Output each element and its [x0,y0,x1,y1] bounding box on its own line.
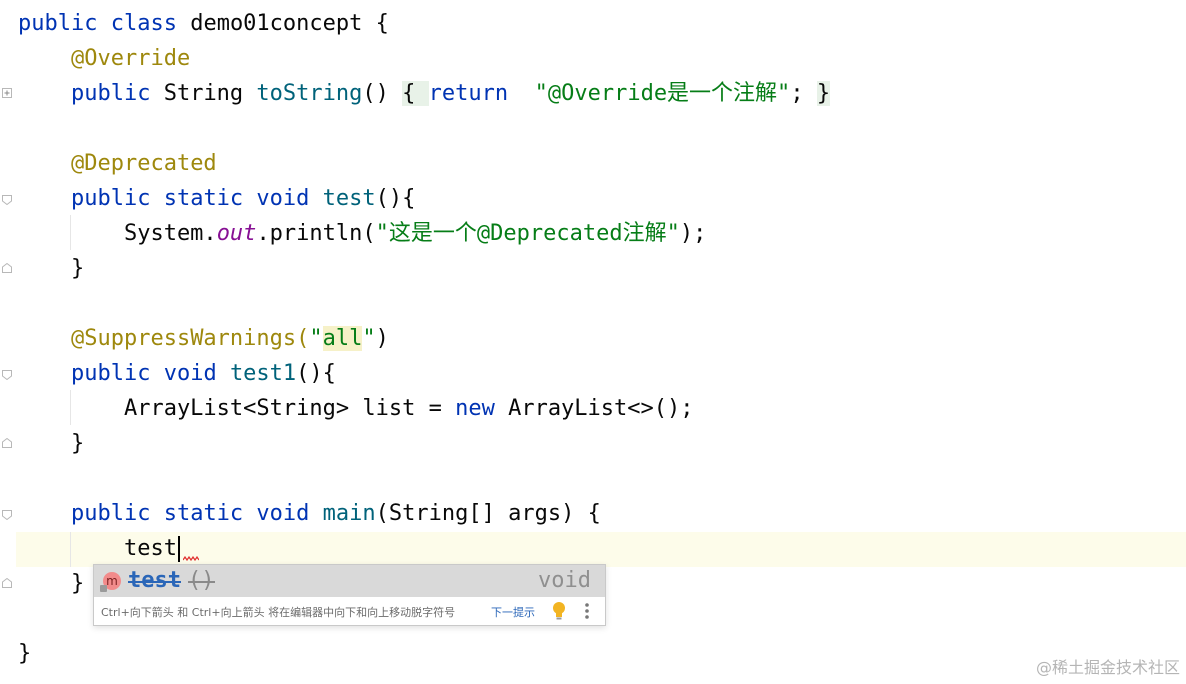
lightbulb-icon[interactable] [552,601,566,621]
completion-item-type: void [538,568,591,593]
code-token: () [362,81,403,106]
code-token: static [163,186,257,211]
code-token: test [322,186,376,211]
code-line[interactable]: public String toString() { return "@Over… [18,76,831,111]
code-line[interactable]: } [18,426,84,461]
code-line[interactable]: @SuppressWarnings("all") [18,321,389,356]
code-completion-popup[interactable]: m test () void Ctrl+向下箭头 和 Ctrl+向上箭头 将在编… [93,564,606,626]
code-line[interactable]: System.out.println("这是一个@Deprecated注解"); [18,216,706,251]
code-token: @SuppressWarnings( [70,326,310,351]
code-token: } [18,571,85,596]
code-token: } [18,256,85,281]
code-line[interactable]: public static void test(){ [18,181,415,216]
code-token: @Override [70,46,191,71]
more-options-icon[interactable] [584,602,590,620]
code-line[interactable]: } [18,636,31,671]
code-token: test [18,536,177,561]
code-token: "这是一个@Deprecated注解" [375,221,680,246]
error-squiggle [183,556,199,562]
code-line[interactable]: public class demo01concept { [18,6,389,41]
next-tip-link[interactable]: 下一提示 [491,604,535,620]
code-token: void [256,186,323,211]
code-token: public [70,501,164,526]
code-token: return [428,81,535,106]
fold-toggle-icon[interactable] [1,509,13,521]
code-token: " [362,326,376,351]
code-token: .println( [256,221,376,246]
code-token: (){ [375,186,416,211]
watermark: @稀土掘金技术社区 [1035,658,1180,677]
code-token: out [216,221,257,246]
code-token: all [322,326,363,351]
code-token: toString [256,81,363,106]
code-token: void [163,361,230,386]
code-token: System. [18,221,217,246]
code-token: (String[] args) { [375,501,601,526]
code-token: ) [375,326,389,351]
code-line[interactable]: } [18,251,84,286]
code-token: @Deprecated [70,151,217,176]
code-token: main [322,501,376,526]
code-token: public [18,11,111,36]
code-editor[interactable]: public class demo01concept { @Override p… [0,0,1186,684]
fold-toggle-icon[interactable] [1,369,13,381]
code-line[interactable]: @Override [18,41,190,76]
completion-item-params: () [188,568,215,593]
code-token: } [18,431,85,456]
code-token: ArrayList<>(); [508,396,694,421]
code-line[interactable]: @Deprecated [18,146,217,181]
fold-toggle-icon[interactable] [1,87,13,99]
code-token: static [163,501,257,526]
completion-item-name: test [128,568,181,593]
code-token: class [110,11,191,36]
code-token: String [163,81,257,106]
code-line[interactable]: ArrayList<String> list = new ArrayList<>… [18,391,694,426]
code-token: demo01concept { [190,11,389,36]
code-token: ; [790,81,817,106]
code-line[interactable]: } [18,566,84,601]
text-caret [177,536,180,562]
editor-gutter [0,0,16,684]
code-token: public [70,186,164,211]
code-token: } [816,81,831,106]
code-token: ArrayList<String> list = [18,396,456,421]
code-line[interactable]: public static void main(String[] args) { [18,496,601,531]
fold-toggle-icon[interactable] [1,437,13,449]
code-token: (){ [296,361,336,386]
code-token: " [309,326,323,351]
code-line[interactable]: test [18,531,180,566]
code-token: public [70,81,164,106]
fold-toggle-icon[interactable] [1,262,13,274]
code-line[interactable]: public void test1(){ [18,356,336,391]
access-modifier-icon [100,585,107,592]
code-token: new [455,396,509,421]
completion-hint-bar: Ctrl+向下箭头 和 Ctrl+向上箭头 将在编辑器中向下和向上移动脱字符号 … [94,597,605,625]
code-token: void [256,501,323,526]
completion-item-test[interactable]: m test () void [94,565,605,597]
fold-toggle-icon[interactable] [1,577,13,589]
fold-toggle-icon[interactable] [1,194,13,206]
completion-hint-text: Ctrl+向下箭头 和 Ctrl+向上箭头 将在编辑器中向下和向上移动脱字符号 [101,606,456,619]
code-token: "@Override是一个注解" [534,81,791,106]
code-token: } [18,641,32,666]
code-token: ); [679,221,707,246]
code-token: test1 [229,361,297,386]
code-token: { [402,81,429,106]
code-token: public [70,361,164,386]
